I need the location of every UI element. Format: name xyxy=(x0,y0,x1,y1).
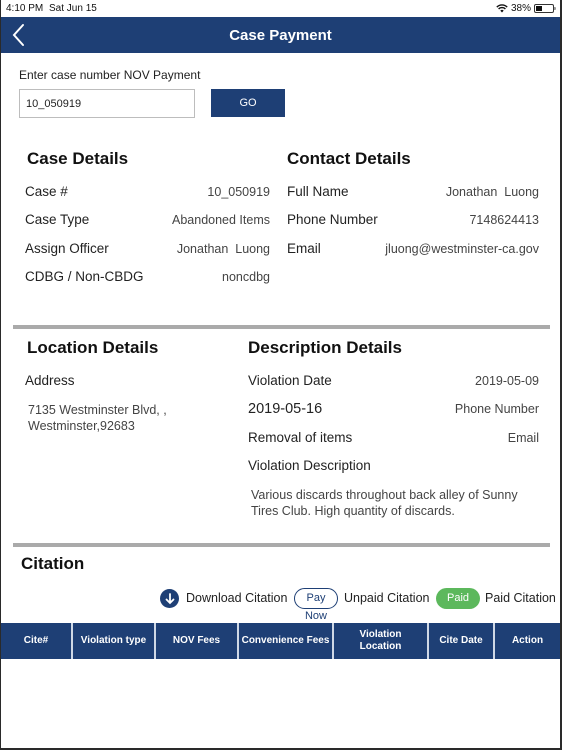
violation-date-value: 2019-05-09 xyxy=(475,374,539,388)
paid-badge: Paid xyxy=(436,588,480,609)
citation-table-header: Cite# Violation type NOV Fees Convenienc… xyxy=(1,623,560,659)
status-indicators: 38% xyxy=(496,3,556,14)
address-line-1: 7135 Westminster Blvd, , xyxy=(28,403,167,417)
full-name-label: Full Name xyxy=(287,184,349,199)
download-citation-label: Download Citation xyxy=(186,591,288,605)
pay-now-badge: Pay Now xyxy=(294,588,338,622)
column-header-cite-date: Cite Date xyxy=(429,623,493,659)
case-type-value: Abandoned Items xyxy=(172,213,270,227)
assign-officer-label: Assign Officer xyxy=(25,241,109,256)
description-details-heading: Description Details xyxy=(248,338,402,357)
cdbg-label: CDBG / Non-CBDG xyxy=(25,269,144,284)
case-type-label: Case Type xyxy=(25,212,90,227)
citation-heading: Citation xyxy=(21,554,85,573)
section-divider xyxy=(13,543,550,547)
case-number-input[interactable] xyxy=(19,89,195,118)
contact-details-heading: Contact Details xyxy=(287,149,411,168)
violation-description-text: Various discards throughout back alley o… xyxy=(251,488,518,518)
location-details-heading: Location Details xyxy=(27,338,159,357)
app-screen: 4:10 PM Sat Jun 15 38% Case Payment Ente… xyxy=(1,0,560,748)
battery-icon xyxy=(534,4,556,13)
arrow-down-icon xyxy=(165,592,174,604)
full-name-value: Jonathan Luong xyxy=(445,185,539,199)
section-divider xyxy=(13,325,550,329)
case-number-label: Enter case number NOV Payment xyxy=(19,68,201,82)
case-number-value: 10_050919 xyxy=(207,185,270,199)
unpaid-citation-label: Unpaid Citation xyxy=(344,591,430,605)
violation-date-label: Violation Date xyxy=(248,373,332,388)
column-header-violation-location: Violation Location xyxy=(334,623,427,659)
status-date: Sat Jun 15 xyxy=(49,3,97,14)
date-2-label: 2019-05-16 xyxy=(248,401,323,417)
case-details-heading: Case Details xyxy=(27,149,129,168)
removal-value: Email xyxy=(507,431,539,445)
email-label: Email xyxy=(287,241,321,256)
address-value: 7135 Westminster Blvd, , Westminster,926… xyxy=(28,402,228,434)
column-header-nov-fees: NOV Fees xyxy=(156,623,237,659)
case-number-label: Case # xyxy=(25,184,68,199)
email-value: jluong@westminster-ca.gov xyxy=(385,242,539,256)
column-header-action: Action xyxy=(495,623,560,659)
nav-bar: Case Payment xyxy=(1,17,560,53)
page-title: Case Payment xyxy=(229,27,332,44)
battery-percent: 38% xyxy=(510,3,531,14)
assign-officer-value: Jonathan Luong xyxy=(176,242,270,256)
download-citation-icon[interactable] xyxy=(160,589,179,608)
wifi-icon xyxy=(496,4,508,13)
violation-description-label: Violation Description xyxy=(248,458,371,473)
status-bar: 4:10 PM Sat Jun 15 38% xyxy=(1,0,560,17)
status-time: 4:10 PM xyxy=(6,3,44,14)
column-header-convenience-fees: Convenience Fees xyxy=(239,623,332,659)
column-header-violation-type: Violation type xyxy=(73,623,154,659)
removal-label: Removal of items xyxy=(248,430,353,445)
cdbg-value: noncdbg xyxy=(222,270,270,284)
column-header-cite: Cite# xyxy=(1,623,71,659)
address-line-2: Westminster,92683 xyxy=(28,419,135,433)
date-2-value: Phone Number xyxy=(454,402,539,416)
paid-citation-label: Paid Citation xyxy=(485,591,556,605)
phone-number-value: 7148624413 xyxy=(469,213,539,227)
go-button[interactable]: GO xyxy=(211,89,285,117)
address-label: Address xyxy=(25,373,75,388)
